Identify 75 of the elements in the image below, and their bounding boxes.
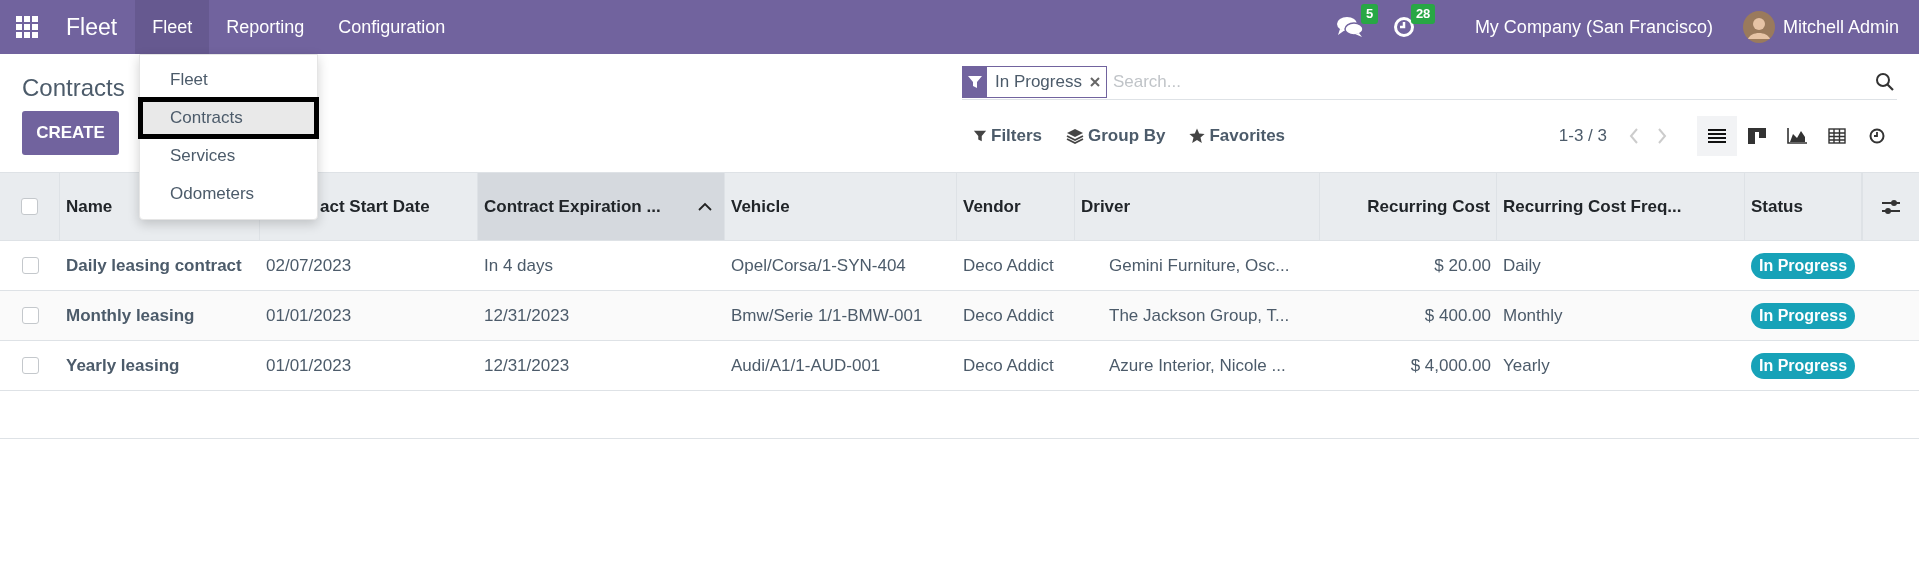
filter-menu-button[interactable]: Group By xyxy=(1066,123,1166,149)
column-header[interactable]: Status xyxy=(1745,173,1862,240)
row-checkbox[interactable] xyxy=(21,257,39,274)
table-grid-icon xyxy=(1828,128,1846,144)
table-cell-text: Azure Interior, Nicole ... xyxy=(1109,354,1286,377)
table-cell-text: Monthly xyxy=(1503,304,1563,327)
filter-icon xyxy=(973,129,987,143)
table-cell-text: 01/01/2023 xyxy=(266,304,352,327)
filter-menu-button[interactable]: Favorites xyxy=(1189,123,1286,149)
table-cell-text: $ 4,000.00 xyxy=(1410,354,1491,377)
status-badge: In Progress xyxy=(1751,302,1856,329)
table-cell-text: Yearly leasing xyxy=(66,354,180,377)
count-badge: 5 xyxy=(1360,4,1379,24)
star-icon xyxy=(1189,128,1206,144)
list-view-icon xyxy=(1708,128,1726,144)
table-cell-text: Monthly leasing xyxy=(66,304,195,327)
create-button[interactable]: CREATE xyxy=(22,111,119,155)
row-checkbox[interactable] xyxy=(21,307,39,324)
table-cell-text: Deco Addict xyxy=(963,304,1054,327)
column-header[interactable]: Contract Expiration ... xyxy=(478,173,725,240)
table-cell-text: $ 20.00 xyxy=(1434,254,1491,277)
menu-item[interactable]: Fleet xyxy=(135,0,210,54)
column-header[interactable]: Recurring Cost Freq... xyxy=(1497,173,1745,240)
kanban-view-icon xyxy=(1748,128,1766,144)
avatar-icon xyxy=(1742,11,1775,43)
page-title: Contracts xyxy=(22,73,125,103)
column-header[interactable]: Vendor xyxy=(957,173,1075,240)
search-icon xyxy=(1875,71,1895,92)
clock-icon xyxy=(1392,16,1415,38)
view-switch-button[interactable] xyxy=(1697,116,1737,156)
count-badge: 28 xyxy=(1410,4,1436,24)
table-cell-text: In 4 days xyxy=(484,254,553,277)
menu-item[interactable]: Configuration xyxy=(321,0,463,54)
sort-up-icon xyxy=(698,202,712,211)
facet-label: In Progress xyxy=(994,70,1083,93)
column-header[interactable]: Driver xyxy=(1075,173,1320,240)
column-header[interactable]: Recurring Cost xyxy=(1320,173,1497,240)
table-cell-text: Yearly xyxy=(1503,354,1550,377)
app-name: Fleet xyxy=(66,12,118,42)
table-cell-text: Gemini Furniture, Osc... xyxy=(1109,254,1290,277)
search-field[interactable]: Search... xyxy=(1112,65,1875,98)
table-cell-text: Audi/A1/1-AUD-001 xyxy=(731,354,881,377)
table-cell-text: Deco Addict xyxy=(963,354,1054,377)
table-cell-text: Deco Addict xyxy=(963,254,1054,277)
table-cell-text: Bmw/Serie 1/1-BMW-001 xyxy=(731,304,923,327)
user-menu[interactable]: Mitchell Admin xyxy=(1742,11,1899,43)
status-badge: In Progress xyxy=(1751,252,1856,279)
table-cell-text: Opel/Corsa/1-SYN-404 xyxy=(731,254,906,277)
status-badge: In Progress xyxy=(1751,352,1856,379)
column-header[interactable]: Vehicle xyxy=(725,173,957,240)
row-checkbox[interactable] xyxy=(21,357,39,374)
table-cell-text: Daily leasing contract xyxy=(66,254,242,277)
area-chart-icon xyxy=(1787,128,1807,144)
table-cell-text: $ 400.00 xyxy=(1424,304,1491,327)
menu-item[interactable]: Reporting xyxy=(209,0,322,54)
activities-button[interactable] xyxy=(1392,16,1415,38)
filter-menu-button[interactable]: Filters xyxy=(973,123,1043,149)
layers-icon xyxy=(1066,128,1085,144)
select-all-checkbox[interactable] xyxy=(21,198,38,215)
table-cell-text: 12/31/2023 xyxy=(484,354,570,377)
table-cell-text: 12/31/2023 xyxy=(484,304,570,327)
chat-icon xyxy=(1336,16,1363,38)
pager-value: 1-3 / 3 xyxy=(1558,125,1607,148)
messages-button[interactable] xyxy=(1336,16,1363,38)
dropdown-item[interactable]: Services xyxy=(140,137,317,175)
close-icon xyxy=(1089,76,1100,87)
company-switcher[interactable]: My Company (San Francisco) xyxy=(1474,13,1713,41)
table-cell-text: The Jackson Group, T... xyxy=(1109,304,1290,327)
table-cell-text: Daily xyxy=(1503,254,1541,277)
clock-icon xyxy=(1869,128,1885,144)
dropdown-item[interactable]: Fleet xyxy=(140,61,317,99)
dropdown-item[interactable]: Contracts xyxy=(140,99,317,137)
table-cell-text: 01/01/2023 xyxy=(266,354,352,377)
sliders-icon xyxy=(1881,197,1901,216)
table-cell-text: 02/07/2023 xyxy=(266,254,352,277)
